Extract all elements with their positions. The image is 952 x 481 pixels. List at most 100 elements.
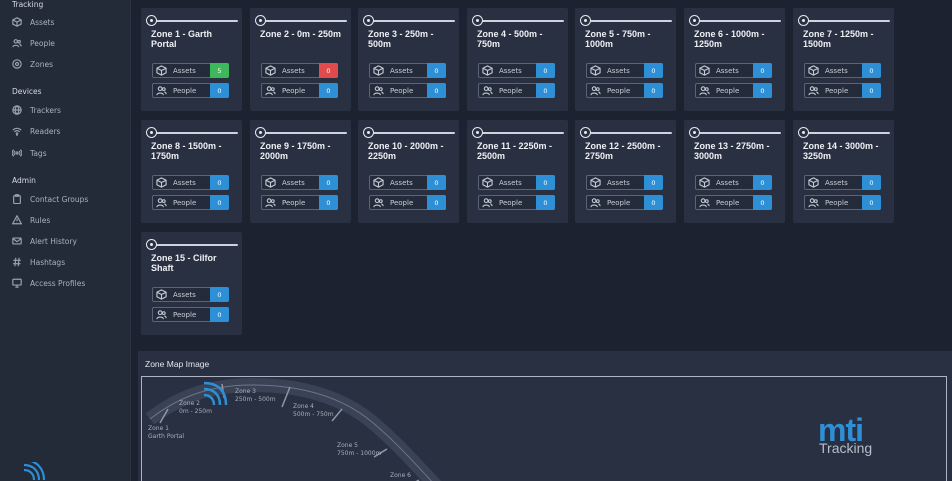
sidebar-item-access-profiles[interactable]: Access Profiles — [12, 275, 85, 291]
sidebar-item-tags[interactable]: Tags — [12, 145, 47, 161]
sidebar-item-label: Zones — [30, 59, 54, 69]
zone-range-slider[interactable] — [689, 127, 781, 139]
slider-handle[interactable] — [580, 15, 591, 26]
people-count-button[interactable]: People 0 — [478, 195, 555, 210]
assets-count-button[interactable]: Assets 0 — [369, 175, 446, 190]
sidebar-item-zones[interactable]: Zones — [12, 56, 53, 72]
zone-range-slider[interactable] — [146, 15, 238, 27]
zone-range-slider[interactable] — [146, 127, 238, 139]
slider-handle[interactable] — [798, 15, 809, 26]
assets-count-button[interactable]: Assets 0 — [586, 175, 663, 190]
warning-icon — [12, 215, 22, 225]
people-count-button[interactable]: People 0 — [152, 307, 229, 322]
sidebar-item-contact-groups[interactable]: Contact Groups — [12, 191, 88, 207]
slider-handle[interactable] — [146, 127, 157, 138]
zone-range-slider[interactable] — [472, 127, 564, 139]
sidebar-item-people[interactable]: People — [12, 35, 55, 51]
zone-card-2[interactable]: Zone 2 - 0m - 250m Assets 0 People 0 — [250, 8, 351, 111]
sidebar-item-readers[interactable]: Readers — [12, 123, 60, 139]
zone-card-1[interactable]: Zone 1 - Garth Portal Assets 5 People 0 — [141, 8, 242, 111]
sidebar-item-trackers[interactable]: Trackers — [12, 102, 61, 118]
slider-handle[interactable] — [146, 15, 157, 26]
assets-count-button[interactable]: Assets 0 — [586, 63, 663, 78]
slider-handle[interactable] — [363, 15, 374, 26]
people-count-button[interactable]: People 0 — [695, 195, 772, 210]
slider-handle[interactable] — [146, 239, 157, 250]
zone-card-4[interactable]: Zone 4 - 500m - 750m Assets 0 People 0 — [467, 8, 568, 111]
zone-card-14[interactable]: Zone 14 - 3000m - 3250m Assets 0 People … — [793, 120, 894, 223]
assets-count-button[interactable]: Assets 0 — [804, 175, 881, 190]
people-count-button[interactable]: People 0 — [586, 195, 663, 210]
people-count-button[interactable]: People 0 — [695, 83, 772, 98]
zone-range-slider[interactable] — [255, 127, 347, 139]
people-count-button[interactable]: People 0 — [152, 195, 229, 210]
people-count-button[interactable]: People 0 — [152, 83, 229, 98]
assets-count-button[interactable]: Assets 0 — [261, 175, 338, 190]
slider-handle[interactable] — [689, 15, 700, 26]
slider-handle[interactable] — [472, 15, 483, 26]
assets-count-button[interactable]: Assets 0 — [261, 63, 338, 78]
slider-handle[interactable] — [255, 15, 266, 26]
zone-card-8[interactable]: Zone 8 - 1500m - 1750m Assets 0 People 0 — [141, 120, 242, 223]
zone-range-slider[interactable] — [472, 15, 564, 27]
zone-range-slider[interactable] — [798, 127, 890, 139]
people-count-badge: 0 — [210, 83, 229, 98]
people-label: People — [607, 198, 631, 207]
zone-card-7[interactable]: Zone 7 - 1250m - 1500m Assets 0 People 0 — [793, 8, 894, 111]
zone-range-slider[interactable] — [689, 15, 781, 27]
zone-card-11[interactable]: Zone 11 - 2250m - 2500m Assets 0 People … — [467, 120, 568, 223]
zone-range-slider[interactable] — [363, 127, 455, 139]
people-label: People — [716, 86, 740, 95]
assets-count-button[interactable]: Assets 0 — [695, 63, 772, 78]
zone-range-slider[interactable] — [255, 15, 347, 27]
zone-map-title: Zone Map Image — [145, 359, 210, 369]
assets-count-button[interactable]: Assets 0 — [369, 63, 446, 78]
slider-handle[interactable] — [798, 127, 809, 138]
people-count-button[interactable]: People 0 — [586, 83, 663, 98]
assets-count-button[interactable]: Assets 5 — [152, 63, 229, 78]
slider-handle[interactable] — [472, 127, 483, 138]
zone-range-slider[interactable] — [146, 239, 238, 251]
zone-card-3[interactable]: Zone 3 - 250m - 500m Assets 0 People 0 — [358, 8, 459, 111]
slider-track — [152, 20, 238, 22]
people-icon — [265, 86, 276, 96]
people-label: People — [607, 86, 631, 95]
assets-count-button[interactable]: Assets 0 — [695, 175, 772, 190]
zone-card-12[interactable]: Zone 12 - 2500m - 2750m Assets 0 People … — [575, 120, 676, 223]
people-count-button[interactable]: People 0 — [478, 83, 555, 98]
zone-range-slider[interactable] — [363, 15, 455, 27]
people-count-button[interactable]: People 0 — [369, 83, 446, 98]
zone-card-6[interactable]: Zone 6 - 1000m - 1250m Assets 0 People 0 — [684, 8, 785, 111]
zone-range-slider[interactable] — [798, 15, 890, 27]
zone-title: Zone 2 - 0m - 250m — [260, 29, 342, 39]
sidebar-item-hashtags[interactable]: Hashtags — [12, 254, 65, 270]
people-label: People — [716, 198, 740, 207]
zone-range-slider[interactable] — [580, 15, 672, 27]
assets-count-button[interactable]: Assets 0 — [804, 63, 881, 78]
slider-handle[interactable] — [255, 127, 266, 138]
assets-count-button[interactable]: Assets 0 — [478, 175, 555, 190]
sidebar-item-alert-history[interactable]: Alert History — [12, 233, 77, 249]
zone-card-10[interactable]: Zone 10 - 2000m - 2250m Assets 0 People … — [358, 120, 459, 223]
assets-count-badge: 0 — [862, 63, 881, 78]
people-count-badge: 0 — [427, 195, 446, 210]
people-count-button[interactable]: People 0 — [261, 195, 338, 210]
assets-count-button[interactable]: Assets 0 — [478, 63, 555, 78]
zone-card-13[interactable]: Zone 13 - 2750m - 3000m Assets 0 People … — [684, 120, 785, 223]
assets-count-button[interactable]: Assets 0 — [152, 287, 229, 302]
people-count-button[interactable]: People 0 — [804, 195, 881, 210]
zone-range-slider[interactable] — [580, 127, 672, 139]
slider-handle[interactable] — [363, 127, 374, 138]
people-count-button[interactable]: People 0 — [804, 83, 881, 98]
zone-card-9[interactable]: Zone 9 - 1750m - 2000m Assets 0 People 0 — [250, 120, 351, 223]
sidebar-item-assets[interactable]: Assets — [12, 14, 54, 30]
slider-handle[interactable] — [580, 127, 591, 138]
people-count-button[interactable]: People 0 — [261, 83, 338, 98]
slider-handle[interactable] — [689, 127, 700, 138]
zone-card-15[interactable]: Zone 15 - Cilfor Shaft Assets 0 People 0 — [141, 232, 242, 335]
sidebar-item-label: Hashtags — [30, 257, 66, 267]
people-count-button[interactable]: People 0 — [369, 195, 446, 210]
sidebar-item-rules[interactable]: Rules — [12, 212, 50, 228]
zone-card-5[interactable]: Zone 5 - 750m - 1000m Assets 0 People 0 — [575, 8, 676, 111]
assets-count-button[interactable]: Assets 0 — [152, 175, 229, 190]
